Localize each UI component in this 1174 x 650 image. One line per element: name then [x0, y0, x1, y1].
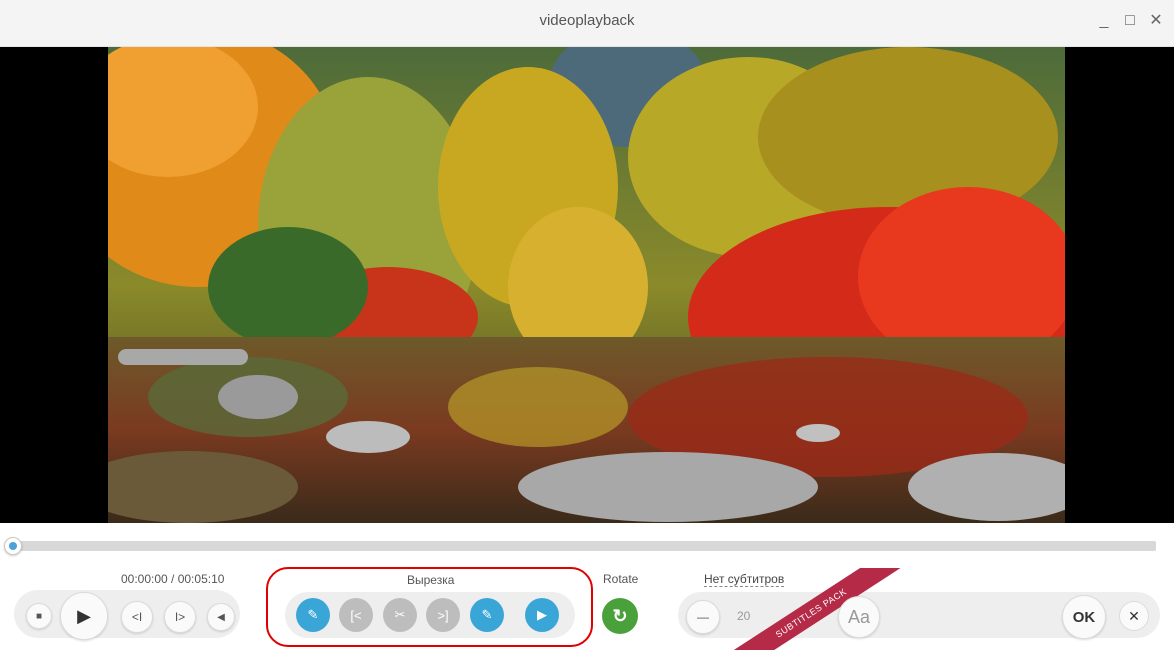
seek-bar[interactable]	[12, 541, 1156, 551]
cut-section-highlight	[266, 567, 593, 647]
font-icon: Aa	[847, 606, 871, 627]
video-area[interactable]	[0, 47, 1174, 523]
stop-icon: ■	[35, 610, 43, 622]
minimize-button[interactable]: _	[1094, 10, 1114, 32]
subtitle-font-button[interactable]: Aa	[838, 596, 880, 638]
play-button[interactable]: ▶	[60, 592, 108, 640]
seek-handle[interactable]	[4, 537, 22, 555]
previous-frame-button[interactable]: <I	[121, 601, 153, 633]
video-frame	[108, 47, 1065, 523]
volume-button[interactable]: ◀	[207, 603, 235, 631]
title-bar: videoplayback _ □ ✕	[0, 0, 1174, 47]
previous-frame-icon: <I	[131, 610, 143, 624]
rotate-icon: ↻	[612, 605, 628, 626]
window-title: videoplayback	[539, 12, 635, 29]
close-window-button[interactable]: ✕	[1146, 10, 1166, 32]
play-icon: ▶	[77, 605, 91, 626]
stop-button[interactable]: ■	[26, 603, 52, 629]
maximize-button[interactable]: □	[1120, 10, 1140, 32]
next-frame-button[interactable]: I>	[164, 601, 196, 633]
subtitles-pack-ribbon[interactable]: SUBTITLES PACK	[700, 568, 920, 650]
rotate-label: Rotate	[603, 572, 639, 586]
cancel-button[interactable]: ✕	[1119, 601, 1149, 631]
next-frame-icon: I>	[174, 610, 186, 624]
rotate-button[interactable]: ↻	[602, 598, 638, 634]
ok-button[interactable]: OK	[1062, 595, 1106, 639]
time-display: 00:00:00 / 00:05:10	[121, 572, 225, 586]
autumn-forest-image	[108, 47, 1065, 523]
volume-icon: ◀	[217, 611, 225, 623]
